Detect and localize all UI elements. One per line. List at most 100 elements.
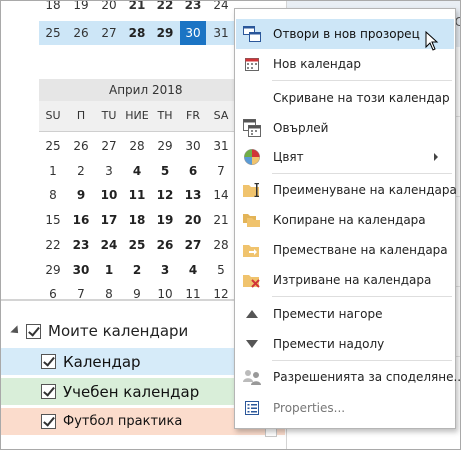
day-cell[interactable]: 2: [124, 263, 150, 277]
day-cell[interactable]: 22: [152, 1, 178, 12]
submenu-arrow-icon: [434, 153, 438, 161]
day-cell[interactable]: 30: [68, 263, 94, 277]
day-cell[interactable]: 31: [208, 139, 234, 153]
day-cell[interactable]: 22: [40, 238, 66, 252]
day-cell[interactable]: 31: [208, 21, 234, 45]
day-cell[interactable]: 15: [40, 213, 66, 227]
menu-item-hide-calendar[interactable]: Скриване на този календар: [236, 83, 454, 113]
day-cell[interactable]: 28: [208, 238, 234, 252]
day-cell[interactable]: 29: [152, 139, 178, 153]
day-cell[interactable]: 4: [124, 164, 150, 178]
menu-item-overlay[interactable]: Овърлей: [236, 113, 454, 143]
day-cell[interactable]: 27: [96, 139, 122, 153]
menu-item-rename-calendar[interactable]: Преименуване на календара: [236, 175, 457, 205]
day-cell[interactable]: 26: [68, 21, 94, 45]
day-cell[interactable]: 4: [180, 263, 206, 277]
collapse-triangle-icon[interactable]: [10, 325, 22, 337]
day-cell[interactable]: 9: [68, 188, 94, 202]
checkbox-checked-icon[interactable]: [41, 384, 56, 399]
checkbox-checked-icon[interactable]: [26, 323, 41, 339]
day-cell[interactable]: 26: [68, 139, 94, 153]
checkbox-checked-icon[interactable]: [41, 414, 56, 429]
day-cell[interactable]: 20: [180, 213, 206, 227]
menu-item-label: Изтриване на календара: [273, 273, 432, 287]
menu-item-move-calendar[interactable]: Преместване на календара: [236, 235, 454, 265]
day-cell[interactable]: 14: [208, 188, 234, 202]
day-cell[interactable]: 30: [180, 139, 206, 153]
day-cell[interactable]: 19: [152, 213, 178, 227]
mouse-pointer-icon: [425, 30, 439, 55]
menu-item-copy-calendar[interactable]: Копиране на календара: [236, 205, 454, 235]
day-cell[interactable]: 18: [124, 213, 150, 227]
selected-week-row[interactable]: 25 26 27 28 29 30 31: [39, 21, 239, 45]
menu-item-sharing-permissions[interactable]: Разрешенията за споделяне...: [236, 362, 460, 392]
day-cell[interactable]: 25: [124, 238, 150, 252]
menu-item-open-new-window[interactable]: Отвори в нов прозорец: [236, 19, 454, 49]
day-cell[interactable]: 26: [152, 238, 178, 252]
menu-separator: [272, 360, 452, 361]
weekday-label: FR: [186, 109, 200, 122]
rename-icon: [242, 180, 262, 200]
properties-icon: [242, 398, 262, 418]
day-cell[interactable]: 19: [68, 1, 94, 12]
day-cell[interactable]: 3: [96, 164, 122, 178]
menu-item-new-calendar[interactable]: Нов календар: [236, 49, 454, 79]
day-cell[interactable]: 21: [124, 1, 150, 12]
copy-calendar-icon: [242, 210, 262, 230]
day-cell[interactable]: 25: [40, 139, 66, 153]
weekday-label: ТН: [157, 109, 173, 122]
day-cell[interactable]: 27: [96, 21, 122, 45]
day-cell[interactable]: 2: [68, 164, 94, 178]
menu-item-label: Скриване на този календар: [273, 91, 450, 105]
menu-item-label: Овърлей: [273, 121, 329, 135]
day-cell[interactable]: 7: [208, 164, 234, 178]
overlay-icon: [242, 118, 262, 138]
weekday-label: SU: [45, 109, 61, 122]
day-cell[interactable]: 29: [152, 21, 178, 45]
month-title: Април 2018: [109, 83, 183, 97]
day-cell[interactable]: 5: [152, 164, 178, 178]
move-up-icon: [242, 304, 262, 324]
day-cell[interactable]: 20: [96, 1, 122, 12]
menu-item-label: Разрешенията за споделяне...: [273, 370, 461, 384]
menu-item-label: Нов календар: [273, 57, 362, 71]
day-cell[interactable]: 6: [180, 164, 206, 178]
day-cell[interactable]: 16: [68, 213, 94, 227]
day-cell[interactable]: 8: [40, 188, 66, 202]
calendar-item-label: Учебен календар: [63, 382, 200, 401]
day-cell[interactable]: 28: [124, 139, 150, 153]
day-cell[interactable]: 24: [96, 238, 122, 252]
menu-item-color[interactable]: Цвят: [236, 142, 454, 172]
weekday-label: П: [76, 109, 86, 122]
day-cell[interactable]: 5: [208, 263, 234, 277]
day-cell[interactable]: 21: [208, 213, 234, 227]
menu-item-label: Преместване на календара: [273, 243, 448, 257]
menu-item-delete-calendar[interactable]: Изтриване на календара: [236, 265, 454, 295]
day-cell[interactable]: 24: [208, 1, 234, 12]
day-cell[interactable]: 25: [40, 21, 66, 45]
menu-item-label: Премести нагоре: [273, 307, 383, 321]
menu-item-move-up[interactable]: Премести нагоре: [236, 299, 454, 329]
menu-item-properties[interactable]: Properties...: [236, 393, 454, 423]
day-cell[interactable]: 12: [152, 188, 178, 202]
day-cell[interactable]: 11: [124, 188, 150, 202]
day-cell[interactable]: 27: [180, 238, 206, 252]
open-window-icon: [242, 24, 262, 44]
day-cell[interactable]: 1: [96, 263, 122, 277]
day-cell[interactable]: 17: [96, 213, 122, 227]
move-down-icon: [242, 334, 262, 354]
checkbox-checked-icon[interactable]: [41, 354, 56, 369]
day-cell[interactable]: 23: [180, 1, 206, 12]
menu-item-move-down[interactable]: Премести надолу: [236, 329, 454, 359]
day-cell[interactable]: 18: [40, 1, 66, 12]
day-cell[interactable]: 28: [124, 21, 150, 45]
day-cell[interactable]: 29: [40, 263, 66, 277]
weekday-label: ТU: [101, 109, 117, 122]
day-cell[interactable]: 23: [68, 238, 94, 252]
day-cell[interactable]: 10: [96, 188, 122, 202]
calendar-group-my-calendars[interactable]: Моите календари: [1, 319, 188, 343]
day-cell[interactable]: 13: [180, 188, 206, 202]
day-cell[interactable]: 1: [40, 164, 66, 178]
day-cell[interactable]: 3: [152, 263, 178, 277]
today-cell[interactable]: 30: [180, 21, 206, 45]
